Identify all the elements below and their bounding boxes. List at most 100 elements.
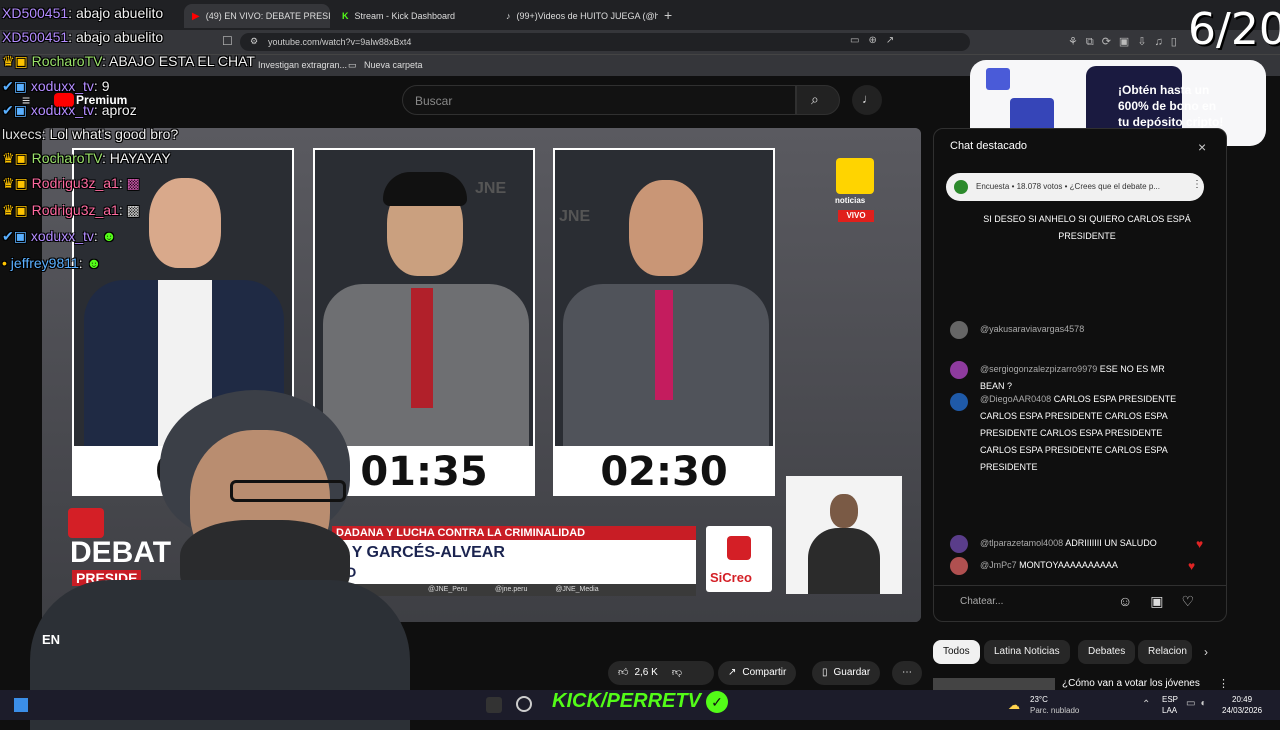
share-label: Compartir: [742, 667, 787, 678]
chat-message: @DiegoAAR0408 CARLOS ESPA PRESIDENTE CAR…: [980, 391, 1190, 476]
lang-code[interactable]: ESP: [1162, 695, 1178, 704]
live-badge: VIVO: [838, 210, 874, 222]
bookmark-icon: ▯: [822, 667, 828, 678]
terminal-icon[interactable]: [486, 697, 502, 713]
chat-line: ✔▣ xoduxx_tv: 9: [2, 78, 110, 94]
chip-debates[interactable]: Debates: [1078, 640, 1136, 664]
live-chat-panel: Chat destacado × Encuesta • 18.078 votos…: [933, 128, 1227, 622]
chat-text: HAYAYAY: [109, 150, 171, 166]
search-icon: ⌕: [811, 91, 819, 107]
chevron-right-icon[interactable]: ›: [1204, 645, 1208, 659]
voice-search-button[interactable]: ♩: [852, 85, 882, 115]
tab-tiktok[interactable]: ♪ (99+)Videos de HUITO JUEGA (@hiji: [498, 4, 658, 28]
obs-icon[interactable]: [516, 696, 532, 712]
tab-label: (99+)Videos de HUITO JUEGA (@hiji: [516, 11, 659, 21]
chat-input[interactable]: Chatear...: [960, 596, 1003, 607]
chat-text: abajo abuelito: [75, 29, 164, 45]
chip-relacionados[interactable]: Relacion: [1138, 640, 1192, 664]
chat-line: ♛▣ RocharoTV: ABAJO ESTA EL CHAT: [2, 53, 255, 69]
chat-text: 9: [101, 78, 110, 94]
jne-logo-icon: [68, 508, 104, 538]
address-toolbar-icons[interactable]: ▭⊕↗: [850, 35, 903, 46]
avatar: [950, 361, 968, 379]
tab-label: Stream - Kick Dashboard: [354, 11, 456, 21]
clock-date[interactable]: 24/03/2026: [1222, 706, 1262, 715]
chat-message: @JmPc7 MONTOYAAAAAAAAAA: [980, 557, 1190, 574]
emote-icon: ☻: [101, 228, 117, 244]
tiktok-icon: ♪: [506, 11, 511, 21]
ad-text: ¡Obtén hasta un 600% de bono en tu depós…: [1118, 83, 1224, 129]
weather-temp[interactable]: 23°C: [1030, 695, 1048, 704]
poll-menu-icon[interactable]: ⋮: [1192, 179, 1202, 190]
chat-message: @tlparazetamol4008 ADRIIIIIII UN SALUDO: [980, 535, 1190, 552]
chat-author: @sergiogonzalezpizarro9979: [980, 364, 1098, 374]
social-handle: @JNE_Peru: [428, 586, 468, 593]
chat-text: MONTOYAAAAAAAAAA: [1019, 560, 1118, 570]
poll-banner[interactable]: Encuesta • 18.078 votos • ¿Crees que el …: [946, 173, 1204, 201]
heart-icon: ♥: [1188, 559, 1196, 573]
bookmark-folder[interactable]: Nueva carpeta: [364, 60, 423, 70]
chip-latina[interactable]: Latina Noticias: [984, 640, 1070, 664]
chip-todos[interactable]: Todos: [933, 640, 980, 664]
gift-icon: [986, 68, 1010, 90]
latina-logo-icon: [836, 158, 874, 194]
extension-icons[interactable]: ⚘⧉⟳▣⇩♫▯: [1068, 35, 1185, 49]
rec-menu-icon[interactable]: ⋮: [1218, 677, 1229, 690]
search-button[interactable]: ⌕: [796, 85, 840, 115]
chat-author: @DiegoAAR0408: [980, 394, 1052, 404]
chat-user: XD500451: [2, 5, 69, 21]
chat-input-icons[interactable]: ☺▣♡: [1118, 593, 1212, 610]
tray-up-icon[interactable]: ⌃: [1142, 699, 1150, 710]
like-button[interactable]: 👍︎ 2,6 K 👎︎: [608, 661, 714, 685]
poll-icon: [954, 180, 968, 194]
chat-user: xoduxx_tv: [30, 228, 94, 244]
more-button[interactable]: ⋯: [892, 661, 922, 685]
chat-user: Rodrigu3z_a1: [31, 175, 119, 191]
chat-line: ♛▣ Rodrigu3z_a1: ▩: [2, 175, 140, 191]
clock-time[interactable]: 20:49: [1232, 695, 1252, 704]
chat-header[interactable]: Chat destacado: [950, 140, 1027, 152]
sicreo-logo: SiCreo: [706, 526, 772, 592]
chat-message: @yakusaraviavargas4578: [980, 321, 1190, 338]
new-tab-button[interactable]: +: [664, 7, 672, 23]
badge-icons: ✔▣: [2, 102, 31, 118]
close-chat-icon[interactable]: ×: [1198, 139, 1206, 155]
rec-thumbnail[interactable]: [933, 678, 1055, 690]
tab-kick-dashboard[interactable]: K Stream - Kick Dashboard: [334, 4, 494, 28]
chat-text: Lol what's good bro?: [49, 126, 179, 142]
share-button[interactable]: ↗ Compartir: [718, 661, 797, 685]
emote-icon: ▩: [126, 175, 140, 191]
windows-start-icon[interactable]: [14, 698, 28, 712]
weather-desc[interactable]: Parc. nublado: [1030, 706, 1079, 715]
sign-interpreter-box: [786, 476, 902, 594]
video-title: EN: [42, 632, 61, 647]
save-button[interactable]: ▯ Guardar: [812, 661, 881, 685]
chat-user: Rodrigu3z_a1: [31, 202, 119, 218]
chat-author: @tlparazetamol4008: [980, 538, 1064, 548]
candidate-face: [629, 180, 703, 276]
timer-3: 02:30: [553, 448, 775, 496]
candidate-hair: [383, 172, 467, 206]
badge-icons: ♛▣: [2, 175, 32, 191]
chat-line: luxecs: Lol what's good bro?: [2, 126, 179, 142]
chat-text: CARLOS ESPA PRESIDENTE CARLOS ESPA PRESI…: [980, 394, 1177, 472]
chat-user: xoduxx_tv: [30, 78, 94, 94]
rec-title[interactable]: ¿Cómo van a votar los jóvenes: [1062, 678, 1200, 689]
thumbs-down-icon[interactable]: 👎︎: [672, 661, 682, 685]
chat-line: ♛▣ RocharoTV: HAYAYAY: [2, 150, 171, 166]
lang-layout[interactable]: LAA: [1162, 706, 1177, 715]
tray-icons[interactable]: ▭◐: [1186, 698, 1212, 709]
streamer-webcam: [30, 390, 420, 730]
weather-icon: ☁: [1008, 698, 1020, 712]
chat-line: XD500451: abajo abuelito: [2, 5, 164, 21]
avatar: [950, 535, 968, 553]
glasses-icon: [230, 480, 346, 502]
search-input[interactable]: Buscar: [402, 85, 796, 115]
chat-text: ADRIIIIIII UN SALUDO: [1065, 538, 1157, 548]
chat-message: SI DESEO SI ANHELO SI QUIERO CARLOS ESPÁ…: [983, 214, 1191, 241]
microphone-icon: ♩: [862, 91, 875, 106]
chat-line: XD500451: abajo abuelito: [2, 29, 164, 45]
badge-icons: ✔▣: [2, 78, 31, 94]
social-handle: @jne.peru: [494, 586, 528, 593]
folder-icon: ▭: [348, 60, 357, 70]
